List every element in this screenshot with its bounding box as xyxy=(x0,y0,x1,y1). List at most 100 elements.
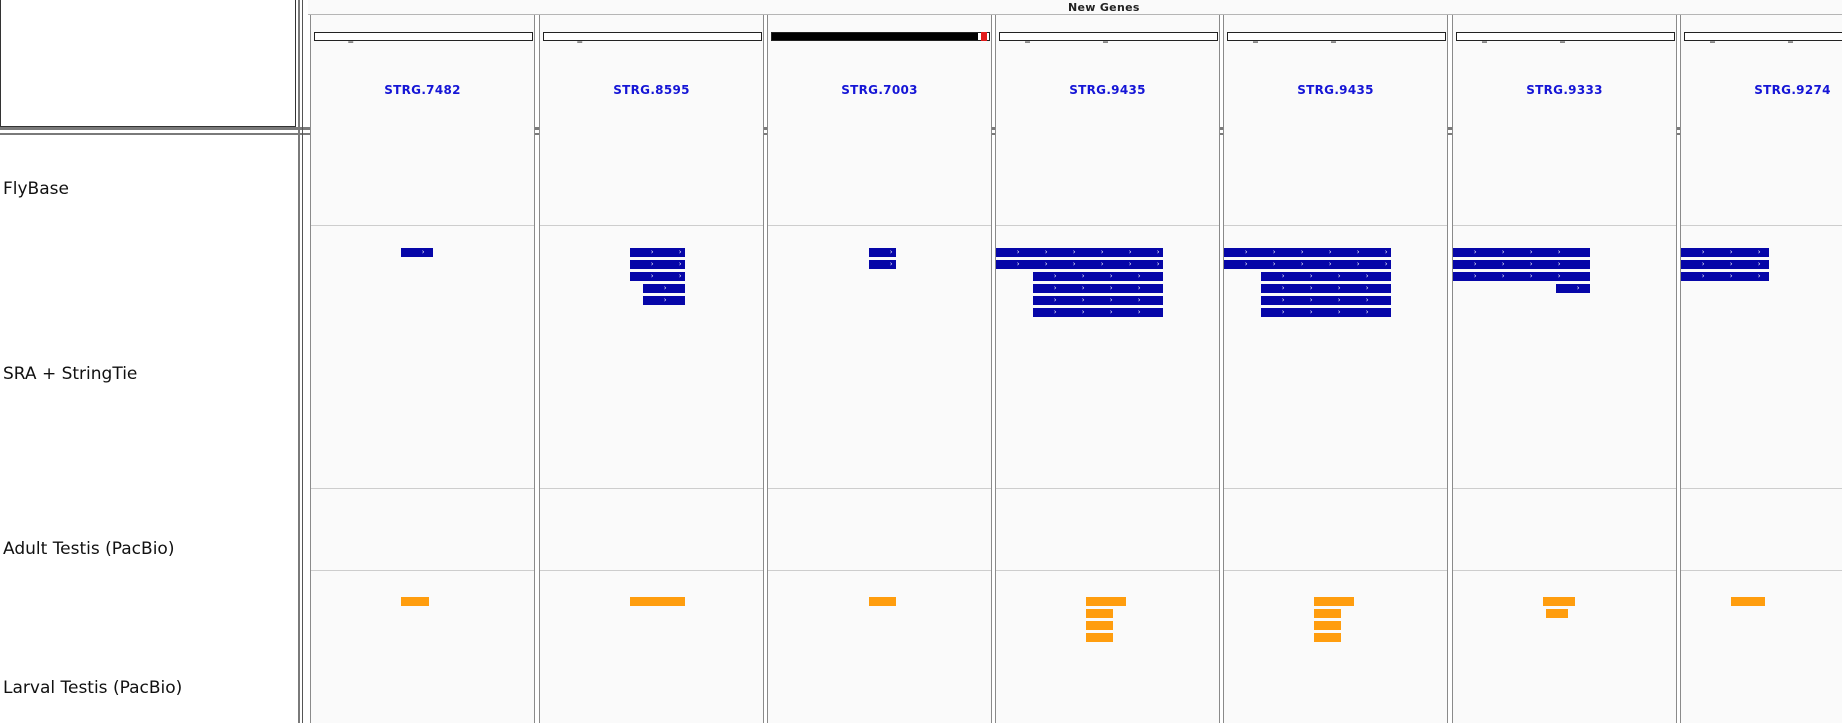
strand-arrow-icon: › xyxy=(1328,260,1333,268)
pacbio-transcript[interactable] xyxy=(1314,597,1354,606)
pacbio-transcript[interactable] xyxy=(1314,621,1341,630)
chromosome-ideogram[interactable] xyxy=(314,32,533,41)
pacbio-transcript[interactable] xyxy=(1546,609,1568,618)
strand-arrow-icon: › xyxy=(1557,248,1562,256)
stringtie-transcript[interactable]: › › › › › › xyxy=(996,260,1163,269)
strand-arrow-icon: › xyxy=(1109,272,1114,280)
strand-arrow-icon: › xyxy=(1128,248,1133,256)
stringtie-transcript[interactable]: › › › › › › xyxy=(1224,260,1391,269)
pacbio-transcript[interactable] xyxy=(1543,597,1575,606)
chromosome-ideogram[interactable] xyxy=(1227,32,1446,41)
gene-panel[interactable]: chrY_DS485013v1_randomSTRG.9274››››››››› xyxy=(1680,15,1842,723)
strand-arrow-icon: › xyxy=(889,248,894,256)
pacbio-transcript[interactable] xyxy=(869,597,896,606)
strand-arrow-icon: › xyxy=(1044,248,1049,256)
strand-arrow-icon: › xyxy=(1729,260,1734,268)
stringtie-transcript[interactable]: › › xyxy=(630,272,685,281)
stringtie-transcript[interactable]: › › › › › › xyxy=(1224,248,1391,257)
stringtie-transcript[interactable]: › › › › xyxy=(1261,296,1391,305)
strand-arrow-icon: › xyxy=(1701,260,1706,268)
gene-name-label[interactable]: STRG.7003 xyxy=(768,83,991,97)
track-row-divider xyxy=(1224,488,1447,489)
strand-arrow-icon: › xyxy=(1576,284,1581,292)
strand-arrow-icon: › xyxy=(1757,260,1762,268)
stringtie-transcript[interactable]: › xyxy=(643,296,685,305)
strand-arrow-icon: › xyxy=(1501,248,1506,256)
gene-name-label[interactable]: STRG.8595 xyxy=(540,83,763,97)
stringtie-transcript[interactable]: › › › › xyxy=(1261,284,1391,293)
pacbio-transcript[interactable] xyxy=(1314,633,1341,642)
track-row-divider xyxy=(996,225,1219,226)
strand-arrow-icon: › xyxy=(421,248,426,256)
strand-arrow-icon: › xyxy=(1053,272,1058,280)
ideogram-current-region xyxy=(981,32,988,41)
stringtie-transcript[interactable]: › › › xyxy=(1681,260,1769,269)
chromosome-ideogram[interactable] xyxy=(1684,32,1842,41)
gene-name-label[interactable]: STRG.9274 xyxy=(1681,83,1842,97)
stringtie-transcript[interactable]: › › › xyxy=(1681,272,1769,281)
pacbio-transcript[interactable] xyxy=(1086,633,1113,642)
gene-panel[interactable]: chrY_DS484056v1_randomSTRG.9333›››››››››… xyxy=(1452,15,1677,723)
stringtie-transcript[interactable]: › xyxy=(643,284,685,293)
strand-arrow-icon: › xyxy=(1272,248,1277,256)
strand-arrow-icon: › xyxy=(1053,308,1058,316)
stringtie-transcript[interactable]: › xyxy=(869,260,896,269)
gene-name-label[interactable]: STRG.9333 xyxy=(1453,83,1676,97)
strand-arrow-icon: › xyxy=(1356,248,1361,256)
stringtie-transcript[interactable]: › xyxy=(869,248,896,257)
strand-arrow-icon: › xyxy=(1701,248,1706,256)
track-row-divider xyxy=(540,488,763,489)
pacbio-transcript[interactable] xyxy=(1086,621,1113,630)
gene-panel[interactable]: chrY_DS483790v1_randomSTRG.9435›››››››››… xyxy=(1223,15,1448,723)
strand-arrow-icon: › xyxy=(1309,284,1314,292)
strand-arrow-icon: › xyxy=(1081,296,1086,304)
chromosome-ideogram[interactable] xyxy=(771,32,990,41)
strand-arrow-icon: › xyxy=(1729,272,1734,280)
gene-panel[interactable]: chrY_DS483790v1_randomSTRG.9435›››››››››… xyxy=(995,15,1220,723)
chromosome-ideogram[interactable] xyxy=(1456,32,1675,41)
gene-name-label[interactable]: STRG.7482 xyxy=(311,83,534,97)
stringtie-transcript[interactable]: › › xyxy=(630,248,685,257)
stringtie-transcript[interactable]: › › › › xyxy=(1033,308,1163,317)
strand-arrow-icon: › xyxy=(1156,248,1161,256)
strand-arrow-icon: › xyxy=(1072,248,1077,256)
track-label-larval-testis[interactable]: Larval Testis (PacBio) xyxy=(3,678,182,698)
stringtie-transcript[interactable]: › › › xyxy=(1681,248,1769,257)
pacbio-transcript[interactable] xyxy=(401,597,429,606)
stringtie-transcript[interactable]: › › xyxy=(630,260,685,269)
gene-panel[interactable]: chrUn_DS483781v1STRG.7482› xyxy=(310,15,535,723)
stringtie-transcript[interactable]: › › › › xyxy=(1033,296,1163,305)
strand-arrow-icon: › xyxy=(1557,260,1562,268)
chromosome-ideogram[interactable] xyxy=(999,32,1218,41)
gene-name-label[interactable]: STRG.9435 xyxy=(996,83,1219,97)
strand-arrow-icon: › xyxy=(1337,296,1342,304)
gene-panel[interactable]: chrUn_DS483798v1STRG.8595›››››››› xyxy=(539,15,764,723)
gene-panel[interactable]: chrXSTRG.7003›› xyxy=(767,15,992,723)
stringtie-transcript[interactable]: › › › › xyxy=(1261,308,1391,317)
pacbio-transcript[interactable] xyxy=(1314,609,1341,618)
stringtie-transcript[interactable]: › xyxy=(1556,284,1590,293)
stringtie-transcript[interactable]: › › › › xyxy=(1261,272,1391,281)
pacbio-transcript[interactable] xyxy=(630,597,685,606)
strand-arrow-icon: › xyxy=(1072,260,1077,268)
stringtie-transcript[interactable]: › › › › › › xyxy=(996,248,1163,257)
strand-arrow-icon: › xyxy=(1281,296,1286,304)
stringtie-transcript[interactable]: › › › › xyxy=(1033,284,1163,293)
track-label-flybase[interactable]: FlyBase xyxy=(3,179,69,199)
strand-arrow-icon: › xyxy=(1100,260,1105,268)
stringtie-transcript[interactable]: › xyxy=(401,248,433,257)
pacbio-transcript[interactable] xyxy=(1731,597,1765,606)
stringtie-transcript[interactable]: › › › › xyxy=(1033,272,1163,281)
strand-arrow-icon: › xyxy=(678,272,683,280)
name-panel-divider[interactable] xyxy=(298,0,300,723)
stringtie-transcript[interactable]: › › › › xyxy=(1453,248,1590,257)
stringtie-transcript[interactable]: › › › › xyxy=(1453,272,1590,281)
stringtie-transcript[interactable]: › › › › xyxy=(1453,260,1590,269)
track-label-adult-testis[interactable]: Adult Testis (PacBio) xyxy=(3,539,174,559)
chromosome-ideogram[interactable] xyxy=(543,32,762,41)
pacbio-transcript[interactable] xyxy=(1086,609,1113,618)
strand-arrow-icon: › xyxy=(1244,260,1249,268)
pacbio-transcript[interactable] xyxy=(1086,597,1126,606)
gene-name-label[interactable]: STRG.9435 xyxy=(1224,83,1447,97)
track-label-sra-stringtie[interactable]: SRA + StringTie xyxy=(3,364,137,384)
